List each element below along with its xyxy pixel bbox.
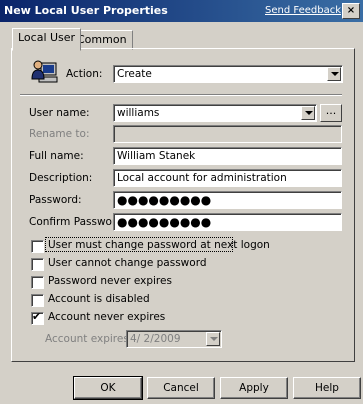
account-expires-label: Account expires:: [45, 333, 133, 345]
username-label: User name:: [29, 107, 90, 119]
checkbox-account-disabled[interactable]: [31, 294, 44, 307]
password-label: Password:: [29, 194, 82, 206]
ok-button[interactable]: OK: [73, 376, 143, 400]
action-select[interactable]: Create: [113, 65, 343, 83]
user-computer-icon: [30, 57, 58, 85]
account-never-expires-label[interactable]: Account never expires: [48, 311, 165, 323]
cannot-change-password-label[interactable]: User cannot change password: [48, 257, 207, 269]
apply-button[interactable]: Apply: [220, 377, 288, 399]
help-button[interactable]: Help: [293, 377, 361, 399]
confirm-password-input[interactable]: ●●●●●●●●●: [113, 213, 342, 231]
window-title: New Local User Properties: [4, 4, 168, 17]
username-combobox[interactable]: williams: [113, 104, 317, 122]
description-label: Description:: [29, 172, 93, 184]
browse-button[interactable]: ...: [320, 104, 342, 122]
password-input[interactable]: ●●●●●●●●●: [113, 191, 342, 209]
rename-label: Rename to:: [29, 128, 90, 140]
username-value: williams: [117, 107, 160, 119]
dialog-window: New Local User Properties Send Feedback …: [0, 0, 363, 404]
focus-rectangle: [45, 237, 233, 252]
checkbox-cannot-change-password[interactable]: [31, 258, 44, 271]
chevron-down-icon[interactable]: [301, 106, 315, 120]
description-input[interactable]: Local account for administration: [113, 169, 342, 187]
checkbox-account-never-expires[interactable]: ✔: [31, 310, 44, 325]
action-value: Create: [117, 68, 152, 80]
chevron-down-icon[interactable]: [327, 67, 341, 81]
account-expires-date-picker[interactable]: 4/ 2/2009: [126, 330, 222, 348]
rename-input[interactable]: [113, 125, 342, 143]
fullname-label: Full name:: [29, 150, 84, 162]
password-value: ●●●●●●●●●: [117, 193, 212, 207]
confirm-password-value: ●●●●●●●●●: [117, 215, 212, 229]
cancel-button[interactable]: Cancel: [147, 377, 215, 399]
chevron-down-icon[interactable]: [206, 332, 220, 346]
checkbox-password-never-expires[interactable]: [31, 276, 44, 289]
password-never-expires-label[interactable]: Password never expires: [48, 275, 172, 287]
divider: [20, 94, 342, 96]
account-disabled-label[interactable]: Account is disabled: [48, 293, 150, 305]
send-feedback-link[interactable]: Send Feedback: [265, 5, 341, 16]
account-expires-value: 4/ 2/2009: [130, 333, 181, 345]
close-button[interactable]: ×: [342, 3, 360, 19]
fullname-input[interactable]: William Stanek: [113, 147, 342, 165]
checkmark-icon: ✔: [32, 310, 42, 323]
tab-local-user[interactable]: Local User: [12, 28, 82, 51]
action-label: Action:: [66, 68, 103, 80]
checkbox-must-change-password[interactable]: [31, 240, 44, 253]
confirm-password-label: Confirm Password:: [29, 216, 127, 228]
title-bar[interactable]: New Local User Properties Send Feedback …: [0, 0, 363, 22]
